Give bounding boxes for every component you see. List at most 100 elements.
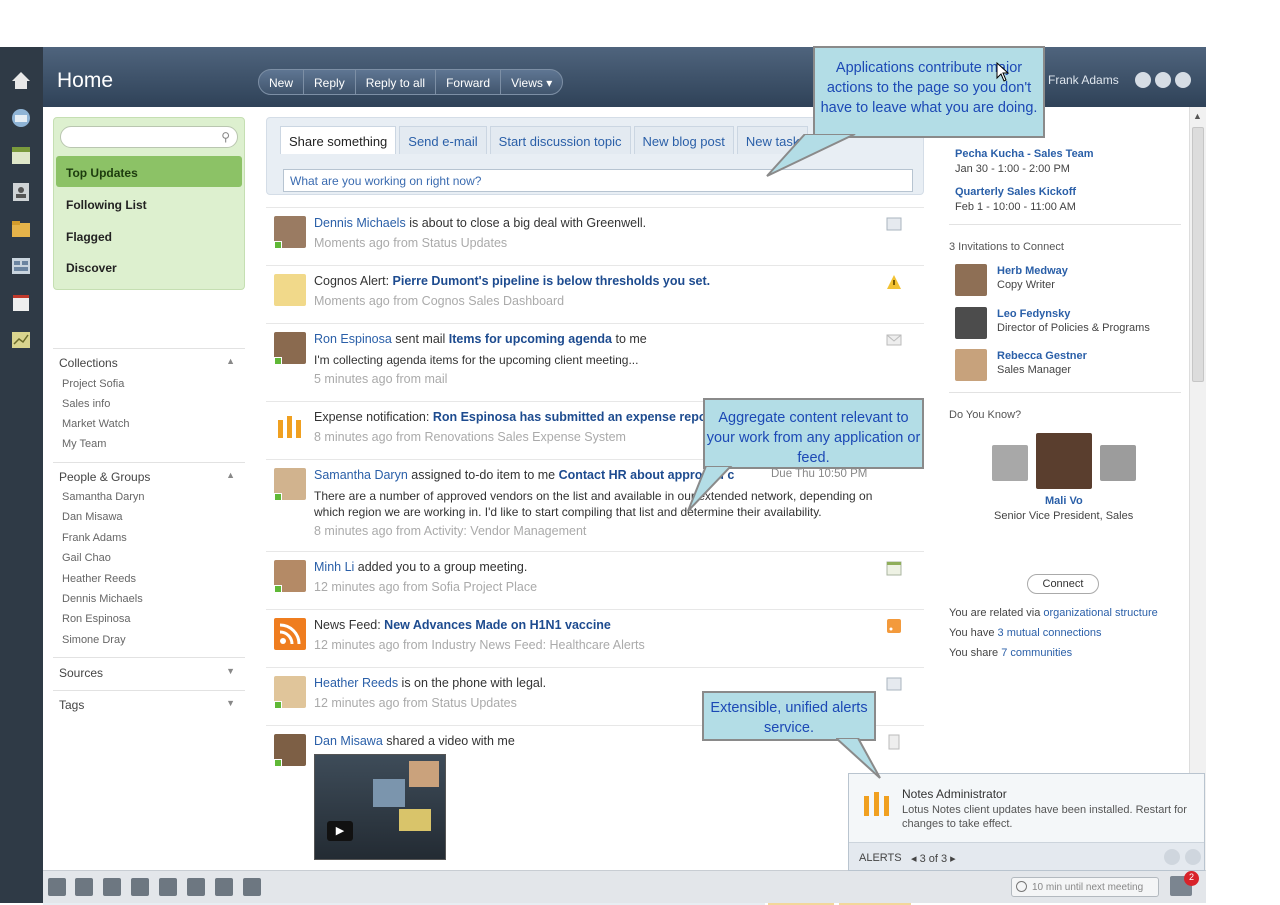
document-icon[interactable] — [10, 292, 32, 314]
feed-item[interactable]: Dennis Michaels is about to close a big … — [266, 207, 924, 265]
person-item[interactable]: Dennis Michaels — [62, 593, 143, 605]
help-icon[interactable] — [1155, 72, 1171, 88]
expense-link[interactable]: Ron Espinosa has submitted an expense re… — [433, 410, 712, 424]
collection-item[interactable]: Sales info — [62, 398, 110, 410]
person-item[interactable]: Ron Espinosa — [62, 613, 131, 625]
home-icon[interactable] — [10, 69, 32, 91]
person-item[interactable]: Simone Dray — [62, 634, 126, 646]
person-link[interactable]: Herb Medway — [997, 265, 1068, 277]
feed-item[interactable]: Minh Li added you to a group meeting. 12… — [266, 551, 924, 609]
phone-icon[interactable] — [131, 878, 149, 896]
dashboard-icon[interactable] — [10, 255, 32, 277]
scroll-thumb[interactable] — [1192, 127, 1204, 382]
new-button[interactable]: New — [259, 70, 305, 94]
event-link[interactable]: Quarterly Sales Kickoff — [955, 186, 1076, 198]
sametime-icon[interactable] — [103, 878, 121, 896]
tab-send-email[interactable]: Send e-mail — [399, 126, 487, 154]
feed-item[interactable]: Dan Misawa shared a video with me ▶ — [266, 725, 924, 870]
scroll-up-icon[interactable]: ▲ — [1193, 111, 1203, 121]
nav-flagged[interactable]: Flagged — [56, 220, 242, 251]
news-link[interactable]: New Advances Made on H1N1 vaccine — [384, 618, 611, 632]
expand-icon[interactable]: ▼ — [226, 666, 235, 676]
search-input[interactable]: ⚲ — [60, 126, 238, 148]
alert-link[interactable]: Pierre Dumont's pipeline is below thresh… — [393, 274, 711, 288]
mutual-link[interactable]: 3 mutual connections — [998, 627, 1102, 639]
actor-link[interactable]: Dennis Michaels — [314, 216, 406, 230]
views-dropdown[interactable]: Views ▾ — [501, 70, 562, 94]
collapse-icon[interactable]: ▲ — [226, 470, 235, 480]
communities-link[interactable]: 7 communities — [1001, 647, 1072, 659]
actor-link[interactable]: Dan Misawa — [314, 734, 383, 748]
expand-icon[interactable]: ▼ — [226, 698, 235, 708]
actor-link[interactable]: Samantha Daryn — [314, 468, 408, 482]
tab-blog-post[interactable]: New blog post — [633, 126, 734, 154]
feed-item[interactable]: Samantha Daryn assigned to-do item to me… — [266, 459, 924, 551]
user-name[interactable]: Frank Adams — [1048, 73, 1119, 87]
apps-icon[interactable] — [243, 878, 261, 896]
person-link[interactable]: Rebecca Gestner — [997, 350, 1087, 362]
mail-link[interactable]: Items for upcoming agenda — [449, 332, 612, 346]
feed-item[interactable]: News Feed: New Advances Made on H1N1 vac… — [266, 609, 924, 667]
contacts-icon[interactable] — [48, 878, 66, 896]
people-groups-header[interactable]: People & Groups ▲ — [59, 470, 239, 484]
close-icon[interactable] — [1185, 849, 1201, 865]
person-item[interactable]: Heather Reeds — [62, 573, 136, 585]
related-link[interactable]: organizational structure — [1043, 607, 1157, 619]
tab-share-something[interactable]: Share something — [280, 126, 397, 154]
tags-header[interactable]: Tags ▼ — [59, 698, 239, 712]
folder-icon[interactable] — [10, 218, 32, 240]
actor-link[interactable]: Minh Li — [314, 560, 354, 574]
avatar[interactable] — [1100, 445, 1136, 481]
communities-prefix: You share — [949, 647, 1002, 659]
compose-icon[interactable] — [159, 878, 177, 896]
sources-header[interactable]: Sources ▼ — [59, 666, 239, 680]
collapse-icon[interactable]: ▲ — [226, 356, 235, 366]
tasks-icon[interactable] — [187, 878, 205, 896]
feed-action: is on the phone with legal. — [398, 676, 547, 690]
featured-avatar[interactable] — [1036, 433, 1092, 489]
avatar[interactable] — [955, 264, 987, 296]
next-meeting-indicator[interactable]: 10 min until next meeting — [1011, 877, 1159, 897]
nav-top-updates[interactable]: Top Updates — [56, 156, 242, 187]
nav-following-list[interactable]: Following List — [56, 188, 242, 219]
alerts-pager[interactable]: ◂ 3 of 3 ▸ — [911, 852, 956, 865]
mail-icon[interactable] — [10, 107, 32, 129]
featured-name[interactable]: Mali Vo — [1045, 495, 1083, 507]
avatar[interactable] — [992, 445, 1028, 481]
person-item[interactable]: Samantha Daryn — [62, 491, 145, 503]
reply-button[interactable]: Reply — [304, 70, 356, 94]
collections-header[interactable]: Collections ▲ — [59, 356, 239, 370]
person-link[interactable]: Leo Fedynsky — [997, 308, 1070, 320]
feed-item[interactable]: Cognos Alert: Pierre Dumont's pipeline i… — [266, 265, 924, 323]
notebook-icon[interactable] — [215, 878, 233, 896]
alerts-popup[interactable]: Notes Administrator Lotus Notes client u… — [848, 773, 1205, 871]
collection-item[interactable]: Market Watch — [62, 418, 129, 430]
person-item[interactable]: Frank Adams — [62, 532, 127, 544]
avatar[interactable] — [955, 349, 987, 381]
event-time: Feb 1 - 10:00 - 11:00 AM — [955, 201, 1076, 213]
feed-item[interactable]: Ron Espinosa sent mail Items for upcomin… — [266, 323, 924, 401]
scrollbar[interactable]: ▲ — [1189, 107, 1206, 870]
reply-all-button[interactable]: Reply to all — [356, 70, 437, 94]
contacts-icon[interactable] — [10, 181, 32, 203]
collection-item[interactable]: My Team — [62, 438, 106, 450]
person-item[interactable]: Gail Chao — [62, 552, 111, 564]
calendar-icon[interactable] — [10, 144, 32, 166]
nav-discover[interactable]: Discover — [56, 251, 242, 282]
gear-icon[interactable] — [1135, 72, 1151, 88]
connect-button[interactable]: Connect — [1027, 574, 1099, 594]
play-icon[interactable]: ▶ — [327, 821, 353, 841]
tab-discussion-topic[interactable]: Start discussion topic — [489, 126, 631, 154]
actor-link[interactable]: Heather Reeds — [314, 676, 398, 690]
search-icon[interactable] — [1175, 72, 1191, 88]
chart-icon[interactable] — [10, 329, 32, 351]
settings-icon[interactable] — [1164, 849, 1180, 865]
collection-item[interactable]: Project Sofia — [62, 378, 124, 390]
avatar[interactable] — [955, 307, 987, 339]
person-item[interactable]: Dan Misawa — [62, 511, 123, 523]
forward-button[interactable]: Forward — [436, 70, 502, 94]
actor-link[interactable]: Ron Espinosa — [314, 332, 392, 346]
video-thumbnail[interactable]: ▶ — [314, 754, 446, 860]
event-link[interactable]: Pecha Kucha - Sales Team — [955, 148, 1094, 160]
favorites-icon[interactable] — [75, 878, 93, 896]
